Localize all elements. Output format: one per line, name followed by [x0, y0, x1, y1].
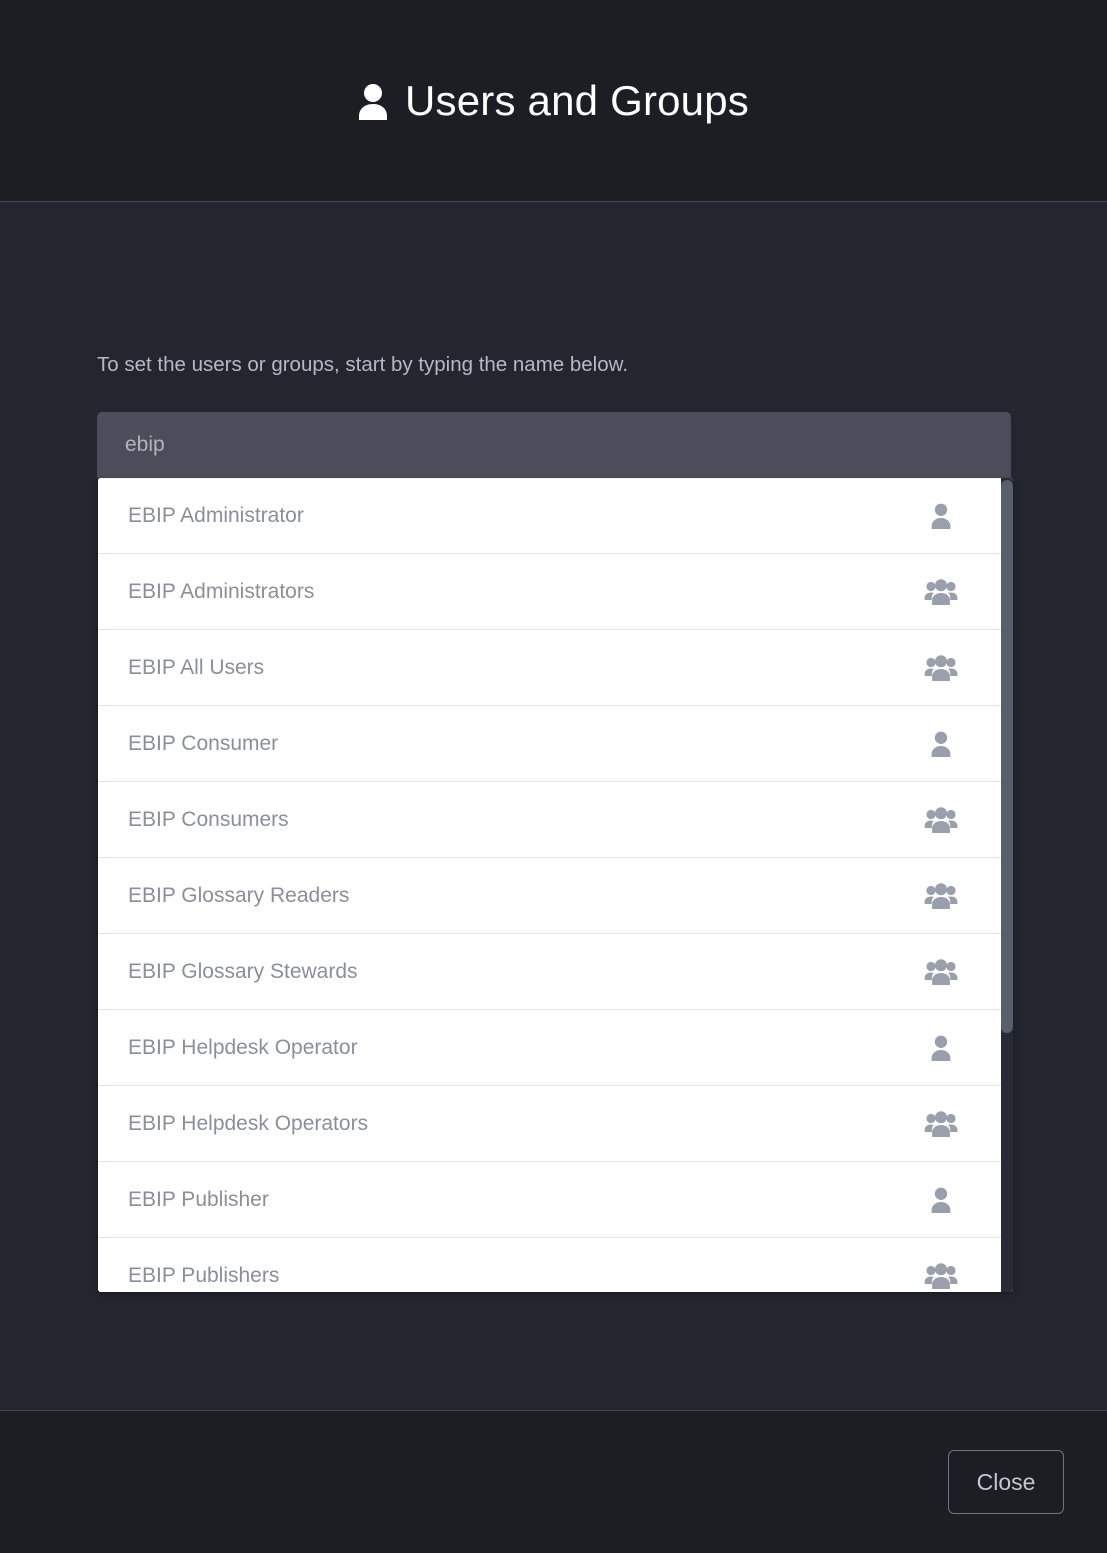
group-icon [924, 1110, 958, 1138]
search-area: EBIP Administrator EBIP Administrators EBI… [97, 412, 1013, 1292]
user-icon [924, 1186, 958, 1214]
list-item-label: EBIP All Users [128, 655, 265, 679]
suggestions-list[interactable]: EBIP Administrator EBIP Administrators EBI… [98, 478, 1001, 1292]
group-icon [924, 654, 958, 682]
dialog-footer: Close [0, 1410, 1107, 1553]
list-item-label: EBIP Administrators [128, 579, 315, 603]
group-icon [924, 958, 958, 986]
group-icon [924, 806, 958, 834]
page-title-text: Users and Groups [404, 76, 750, 124]
list-item[interactable]: EBIP All Users [98, 630, 1001, 706]
list-item[interactable]: EBIP Publishers [98, 1238, 1001, 1292]
list-item[interactable]: EBIP Helpdesk Operator [98, 1010, 1001, 1086]
close-button[interactable]: Close [948, 1450, 1064, 1514]
list-item[interactable]: EBIP Helpdesk Operators [98, 1086, 1001, 1162]
list-item-label: EBIP Glossary Readers [128, 883, 350, 907]
group-icon [924, 578, 958, 606]
page-title: Users and Groups [358, 77, 749, 125]
list-item[interactable]: EBIP Administrator [98, 478, 1001, 554]
list-item-label: EBIP Consumers [128, 807, 289, 831]
instruction-text: To set the users or groups, start by typ… [97, 353, 629, 376]
list-item[interactable]: EBIP Consumer [98, 706, 1001, 782]
user-icon [924, 1034, 958, 1062]
dialog-header: Users and Groups [0, 0, 1107, 202]
users-and-groups-dialog: Users and Groups To set the users or gro… [0, 0, 1107, 1553]
suggestions-dropdown: EBIP Administrator EBIP Administrators EBI… [98, 478, 1013, 1292]
group-icon [924, 882, 958, 910]
list-item[interactable]: EBIP Administrators [98, 554, 1001, 630]
list-item-label: EBIP Helpdesk Operators [128, 1111, 369, 1135]
dropdown-scrollbar-track[interactable] [1001, 478, 1013, 1292]
list-item-label: EBIP Glossary Stewards [128, 959, 358, 983]
person-icon [358, 82, 388, 120]
list-item-label: EBIP Helpdesk Operator [128, 1035, 358, 1059]
list-item[interactable]: EBIP Publisher [98, 1162, 1001, 1238]
list-item[interactable]: EBIP Glossary Stewards [98, 934, 1001, 1010]
list-item[interactable]: EBIP Glossary Readers [98, 858, 1001, 934]
list-item-label: EBIP Publishers [128, 1263, 280, 1287]
list-item[interactable]: EBIP Consumers [98, 782, 1001, 858]
dialog-body: To set the users or groups, start by typ… [0, 202, 1107, 1410]
list-item-label: EBIP Consumer [128, 731, 279, 755]
user-icon [924, 502, 958, 530]
search-input[interactable] [97, 412, 1011, 478]
group-icon [924, 1262, 958, 1290]
list-item-label: EBIP Administrator [128, 504, 304, 527]
list-item-label: EBIP Publisher [128, 1187, 269, 1211]
dropdown-scrollbar-thumb[interactable] [1001, 480, 1013, 1033]
user-icon [924, 730, 958, 758]
